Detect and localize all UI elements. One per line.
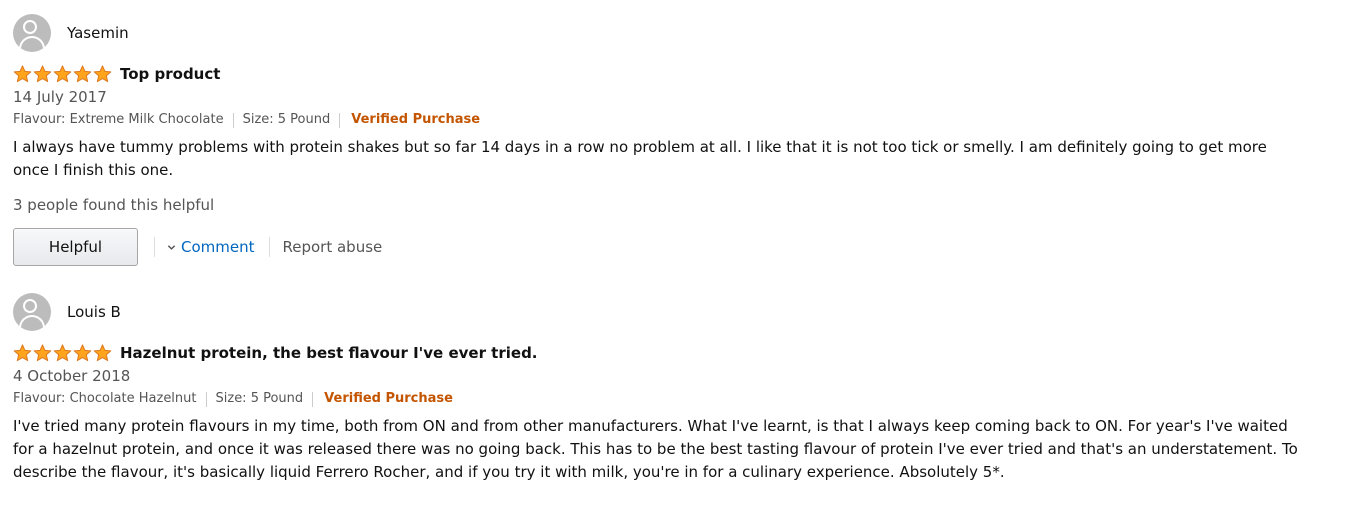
avatar-body-icon <box>19 315 45 331</box>
helpful-count: 3 people found this helpful <box>13 196 215 214</box>
star-icon <box>73 65 92 83</box>
reviewer-profile[interactable]: Yasemin <box>13 14 1353 52</box>
divider <box>205 391 207 407</box>
reviewer-name[interactable]: Louis B <box>67 303 121 321</box>
star-rating[interactable] <box>13 344 112 362</box>
divider <box>268 237 270 257</box>
review-title[interactable]: Hazelnut protein, the best flavour I've … <box>120 344 538 362</box>
star-icon <box>13 65 32 83</box>
comment-label: Comment <box>181 238 255 256</box>
star-icon <box>33 65 52 83</box>
flavour-link[interactable]: Flavour: Chocolate Hazelnut <box>13 389 197 409</box>
size-label: Size: 5 Pound <box>242 112 331 127</box>
star-icon <box>33 344 52 362</box>
avatar-head-icon <box>23 299 37 313</box>
review-title-row[interactable]: Top product <box>13 64 1353 84</box>
review-date: 14 July 2017 <box>13 88 107 106</box>
review: Louis B Hazelnut protein, the best flavo… <box>0 293 1353 484</box>
chevron-down-icon <box>167 244 176 250</box>
star-icon <box>53 65 72 83</box>
star-icon <box>13 344 32 362</box>
divider <box>312 391 314 407</box>
review-body: I always have tummy problems with protei… <box>13 138 1267 179</box>
star-icon <box>93 344 112 362</box>
helpful-button[interactable]: Helpful <box>13 228 138 266</box>
review-title[interactable]: Top product <box>120 65 220 83</box>
star-rating[interactable] <box>13 65 112 83</box>
divider <box>232 112 234 128</box>
comment-link[interactable]: Comment <box>167 238 255 256</box>
review-body: I've tried many protein flavours in my t… <box>13 417 1298 481</box>
review: Yasemin Top product 14 July 2017 Flavour… <box>0 0 1353 266</box>
review-title-row[interactable]: Hazelnut protein, the best flavour I've … <box>13 343 1353 363</box>
verified-purchase-badge: Verified Purchase <box>351 112 481 127</box>
avatar <box>13 293 51 331</box>
star-icon <box>53 344 72 362</box>
reviewer-profile[interactable]: Louis B <box>13 293 1353 331</box>
divider <box>339 112 341 128</box>
avatar <box>13 14 51 52</box>
reviewer-name[interactable]: Yasemin <box>67 24 129 42</box>
report-abuse-link[interactable]: Report abuse <box>283 238 383 256</box>
flavour-link[interactable]: Flavour: Extreme Milk Chocolate <box>13 110 224 130</box>
divider <box>154 237 155 257</box>
size-label: Size: 5 Pound <box>215 391 304 406</box>
review-actions: Helpful Comment Report abuse <box>13 228 1353 266</box>
review-format-strip: Flavour: Extreme Milk Chocolate Size: 5 … <box>13 110 1353 130</box>
star-icon <box>73 344 92 362</box>
avatar-body-icon <box>19 36 45 52</box>
avatar-head-icon <box>23 20 37 34</box>
review-date: 4 October 2018 <box>13 367 131 385</box>
verified-purchase-badge: Verified Purchase <box>324 391 453 406</box>
review-format-strip: Flavour: Chocolate Hazelnut Size: 5 Poun… <box>13 389 1353 409</box>
star-icon <box>93 65 112 83</box>
